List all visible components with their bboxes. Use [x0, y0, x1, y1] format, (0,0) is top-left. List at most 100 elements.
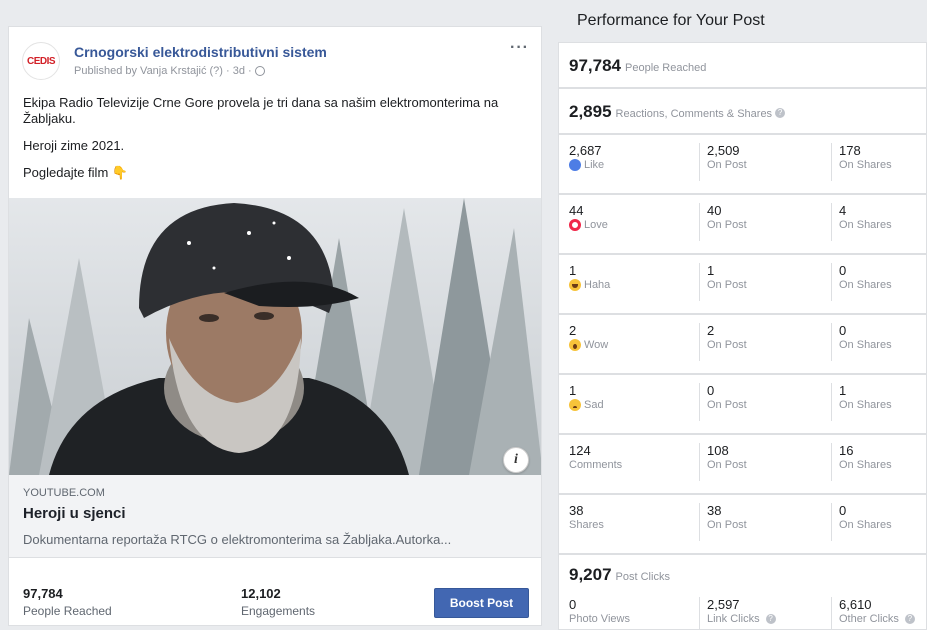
on-post-number: 2 [707, 323, 715, 338]
reaction-row: 44 Love 40 On Post 4 On Shares [558, 194, 927, 254]
on-post-cell: 1 On Post [699, 263, 747, 301]
link-source: YOUTUBE.COM [23, 487, 105, 499]
post-text: Ekipa Radio Televizije Crne Gore provela… [23, 95, 523, 192]
other-clicks-label: Other Clicks? [839, 613, 915, 625]
on-post-cell: 0 On Post [699, 383, 747, 421]
rcs-card: 2,895 Reactions, Comments & Shares? [558, 88, 927, 134]
post-clicks-number: 9,207 [569, 565, 612, 584]
on-post-label: On Post [707, 519, 747, 531]
post-text-line: Ekipa Radio Televizije Crne Gore provela… [23, 95, 499, 126]
on-shares-label: On Shares [839, 399, 892, 411]
reaction-total-cell: 2 Wow [569, 323, 608, 361]
help-icon[interactable]: ? [775, 107, 786, 118]
reaction-label: Haha [569, 279, 610, 291]
like-icon [569, 159, 581, 171]
panel-people-reached-number: 97,784 [569, 56, 621, 75]
on-shares-label: On Shares [839, 459, 892, 471]
on-post-label: On Post [707, 279, 747, 291]
published-by: Published by Vanja Krstajić [74, 65, 207, 77]
on-shares-label: On Shares [839, 339, 892, 351]
on-shares-number: 16 [839, 443, 854, 458]
reaction-label: Comments [569, 459, 622, 471]
on-shares-number: 178 [839, 143, 861, 158]
on-post-number: 0 [707, 383, 715, 398]
page-logo[interactable]: CEDIS [22, 42, 60, 80]
reaction-label-text: Haha [584, 279, 611, 291]
photo-views-number: 0 [569, 597, 577, 612]
on-shares-cell: 1 On Shares [831, 383, 892, 421]
sad-icon [569, 399, 581, 411]
reaction-label-text: Sad [584, 399, 604, 411]
on-post-label: On Post [707, 219, 747, 231]
on-shares-cell: 4 On Shares [831, 203, 892, 241]
thumbnail-image [9, 198, 541, 475]
post-card: CEDIS Crnogorski elektrodistributivni si… [8, 26, 542, 626]
reaction-row: 2,687 Like 2,509 On Post 178 On Shares [558, 134, 927, 194]
on-shares-number: 1 [839, 383, 847, 398]
post-text-line: Heroji zime 2021. [23, 138, 125, 153]
reaction-row: 1 Haha 1 On Post 0 On Shares [558, 254, 927, 314]
on-post-label: On Post [707, 399, 747, 411]
on-shares-label: On Shares [839, 279, 892, 291]
help-icon[interactable]: ? [765, 614, 776, 624]
on-post-cell: 2 On Post [699, 323, 747, 361]
reaction-total-cell: 2,687 Like [569, 143, 604, 181]
rcs-number: 2,895 [569, 102, 612, 121]
panel-people-reached-label: People Reached [625, 62, 707, 74]
reaction-label: Shares [569, 519, 604, 531]
on-post-number: 40 [707, 203, 722, 218]
panel-title: Performance for Your Post [577, 12, 765, 29]
link-title: Heroji u sjenci [23, 505, 126, 522]
other-clicks-number: 6,610 [839, 597, 872, 612]
rcs-label: Reactions, Comments & Shares [615, 108, 773, 120]
people-reached-stat: 97,784 People Reached [23, 586, 112, 618]
more-options-icon[interactable]: ··· [510, 39, 529, 57]
link-clicks-number: 2,597 [707, 597, 740, 612]
other-clicks-text: Other Clicks [839, 613, 899, 625]
on-shares-number: 4 [839, 203, 847, 218]
post-clicks-card: 9,207 Post Clicks 0 Photo Views 2,597 Lin… [558, 554, 927, 630]
on-post-cell: 2,509 On Post [699, 143, 747, 181]
reaction-total: 1 [569, 263, 577, 278]
on-post-cell: 108 On Post [699, 443, 747, 481]
on-shares-label: On Shares [839, 519, 892, 531]
boost-post-button[interactable]: Boost Post [434, 588, 529, 618]
reaction-label-text: Shares [569, 519, 604, 531]
other-clicks-cell: 6,610 Other Clicks? [831, 597, 915, 630]
logo-text: CEDIS [26, 55, 56, 67]
reaction-total-cell: 38 Shares [569, 503, 604, 541]
performance-panel: 97,784 People Reached 2,895 Reactions, Com… [558, 42, 927, 630]
people-reached-label: People Reached [23, 604, 112, 618]
reaction-total-cell: 1 Sad [569, 383, 604, 421]
on-shares-label: On Shares [839, 219, 892, 231]
link-clicks-cell: 2,597 Link Clicks? [699, 597, 776, 630]
post-meta: Published by Vanja Krstajić (?) · 3d · [74, 65, 265, 77]
reaction-total: 1 [569, 383, 577, 398]
info-icon[interactable]: i [503, 447, 529, 473]
on-post-cell: 40 On Post [699, 203, 747, 241]
on-shares-cell: 0 On Shares [831, 263, 892, 301]
on-post-number: 108 [707, 443, 729, 458]
reaction-total-cell: 1 Haha [569, 263, 610, 301]
reaction-label: Love [569, 219, 608, 231]
link-preview[interactable]: YOUTUBE.COM Heroji u sjenci Dokumentarna… [9, 475, 541, 558]
haha-icon [569, 279, 581, 291]
on-shares-cell: 0 On Shares [831, 503, 892, 541]
photo-views-label: Photo Views [569, 613, 630, 625]
globe-icon [254, 66, 265, 76]
link-description: Dokumentarna reportaža RTCG o elektromon… [23, 532, 452, 547]
love-icon [569, 219, 581, 231]
photo-views-cell: 0 Photo Views [569, 597, 630, 630]
people-reached-number: 97,784 [23, 586, 63, 601]
post-clicks-label: Post Clicks [615, 571, 670, 583]
reaction-total-cell: 124 Comments [569, 443, 622, 481]
reaction-row: 1 Sad 0 On Post 1 On Shares [558, 374, 927, 434]
help-icon[interactable]: ? [904, 614, 915, 624]
page-name-link[interactable]: Crnogorski elektrodistributivni sistem [74, 44, 327, 60]
reaction-total: 38 [569, 503, 584, 518]
reaction-label: Wow [569, 339, 608, 351]
reaction-label: Like [569, 159, 604, 171]
reaction-total-cell: 44 Love [569, 203, 608, 241]
post-header: CEDIS Crnogorski elektrodistributivni si… [9, 27, 541, 89]
video-thumbnail[interactable]: i [9, 198, 541, 475]
